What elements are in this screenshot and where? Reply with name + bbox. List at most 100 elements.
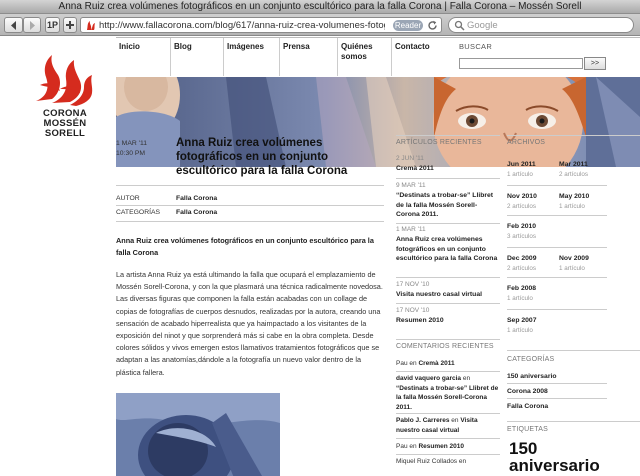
nav-item-prensa[interactable]: Prensa: [283, 42, 310, 52]
nav-item-inicio[interactable]: Inicio: [119, 42, 140, 52]
tags-heading: ETIQUETAS: [507, 426, 548, 433]
address-bar[interactable]: http://www.fallacorona.com/blog/617/anna…: [80, 17, 442, 33]
categories-label: CATEGORÍAS: [116, 209, 161, 216]
archive-count: 1 artículo: [507, 327, 533, 334]
comment-item: Pablo J. Carreres en Visita nuestro casa…: [396, 416, 500, 435]
new-tab-button[interactable]: [63, 17, 77, 33]
comment-item: david vaquero garcia en “Destinats a tro…: [396, 374, 500, 412]
divider: [396, 438, 500, 439]
tag-link-150[interactable]: 150: [509, 440, 537, 457]
archive-month-link[interactable]: Sep 2007: [507, 317, 536, 324]
divider: [396, 277, 500, 278]
comment-author[interactable]: Pau: [396, 360, 408, 367]
archives-heading: ARCHIVOS: [507, 139, 546, 146]
author-label: AUTOR: [116, 195, 140, 202]
comment-item: Miquel Ruiz Collados en: [396, 457, 500, 467]
nav-item-blog[interactable]: Blog: [174, 42, 192, 52]
back-arrow-icon: [10, 21, 16, 30]
comment-item: Pau en Resumen 2010: [396, 442, 500, 452]
comment-author[interactable]: Miquel Ruiz Collados: [396, 458, 457, 465]
comment-connector: en: [451, 417, 459, 424]
logo-text-line2: MOSSÉN SORELL: [43, 118, 87, 139]
forward-button[interactable]: [23, 17, 41, 33]
archive-month-link[interactable]: Nov 2010: [507, 193, 537, 200]
site-favicon-icon: [87, 21, 95, 30]
search-placeholder: Google: [467, 20, 498, 31]
nav-divider: [279, 38, 280, 76]
site-search-button[interactable]: >>: [584, 57, 606, 70]
divider: [396, 303, 500, 304]
comment-author[interactable]: Pablo J. Carreres: [396, 417, 449, 424]
divider: [507, 421, 640, 422]
post-title[interactable]: Anna Ruiz crea volúmenes fotográficos en…: [176, 136, 376, 178]
tag-link-aniversario[interactable]: aniversario: [509, 457, 600, 474]
comment-connector: en: [409, 360, 417, 367]
post-date-time: 10:30 PM: [116, 150, 146, 157]
article-link[interactable]: Cremà 2011: [396, 164, 500, 174]
divider: [507, 135, 640, 136]
category-link[interactable]: Corona 2008: [507, 388, 548, 395]
url-text[interactable]: http://www.fallacorona.com/blog/617/anna…: [99, 18, 385, 32]
nav-item-contacto[interactable]: Contacto: [395, 42, 430, 52]
article-link[interactable]: Anna Ruiz crea volúmenes fotográficos en…: [396, 235, 500, 264]
site-search-input[interactable]: [459, 58, 583, 69]
comment-author[interactable]: david vaquero garcia: [396, 375, 461, 382]
post-date-day: 1 MAR '11: [116, 140, 148, 147]
divider: [116, 221, 384, 222]
archive-count: 2 artículos: [507, 203, 537, 210]
comment-post-link[interactable]: Resumen 2010: [418, 443, 464, 450]
bookmarks-button[interactable]: 1P: [45, 17, 60, 33]
divider: [396, 178, 500, 179]
divider: [507, 398, 607, 399]
post-image[interactable]: [116, 393, 280, 476]
browser-toolbar: 1P http://www.fallacorona.com/blog/617/a…: [0, 14, 640, 36]
archive-month-link[interactable]: Jun 2011: [507, 161, 536, 168]
divider: [507, 185, 607, 186]
archive-month-link[interactable]: Feb 2010: [507, 223, 536, 230]
article-link[interactable]: Resumen 2010: [396, 316, 500, 326]
divider: [396, 339, 500, 340]
plus-icon: [66, 21, 74, 29]
sculpture-photo-image: [116, 393, 280, 476]
post-lead: Anna Ruiz crea volúmenes fotográficos en…: [116, 236, 374, 257]
nav-divider: [223, 38, 224, 76]
article-link[interactable]: Visita nuestro casal virtual: [396, 290, 500, 300]
recent-articles-heading: ARTÍCULOS RECIENTES: [396, 139, 482, 146]
window-title: Anna Ruiz crea volúmenes fotográficos en…: [0, 0, 640, 14]
reader-button[interactable]: Reader: [393, 20, 423, 31]
back-button[interactable]: [4, 17, 23, 33]
divider: [116, 205, 384, 206]
comment-author[interactable]: Pau: [396, 443, 408, 450]
divider: [507, 277, 607, 278]
article-date: 17 NOV '10: [396, 307, 430, 314]
archive-month-link[interactable]: Mar 2011: [559, 161, 588, 168]
category-link[interactable]: Falla Corona: [176, 209, 217, 216]
category-link[interactable]: 150 aniversario: [507, 373, 557, 380]
archive-month-link[interactable]: Dec 2009: [507, 255, 536, 262]
author-link[interactable]: Falla Corona: [176, 195, 217, 202]
divider: [507, 383, 607, 384]
divider: [396, 223, 500, 224]
comment-post-link[interactable]: “Destinats a trobar-se” Llibret de la fa…: [396, 385, 498, 411]
comment-item: Pau en Cremà 2011: [396, 359, 500, 369]
archive-month-link[interactable]: Feb 2008: [507, 285, 536, 292]
category-link[interactable]: Falla Corona: [507, 403, 548, 410]
comment-post-link[interactable]: Cremà 2011: [418, 360, 454, 367]
nav-divider: [391, 38, 392, 76]
site-logo[interactable]: CORONA MOSSÉN SORELL: [22, 51, 108, 139]
archive-month-link[interactable]: May 2010: [559, 193, 589, 200]
comment-connector: en: [458, 458, 467, 465]
archive-count: 1 artículo: [507, 295, 533, 302]
article-date: 17 NOV '10: [396, 281, 430, 288]
article-date: 2 JUN '11: [396, 155, 424, 162]
nav-item-quienes-somos[interactable]: Quiénes somos: [341, 42, 381, 62]
article-link[interactable]: “Destinats a trobar-se” Llibret de la fa…: [396, 191, 500, 220]
nav-item-imagenes[interactable]: Imágenes: [227, 42, 264, 52]
archive-month-link[interactable]: Nov 2009: [559, 255, 589, 262]
recent-comments-heading: COMENTARIOS RECIENTES: [396, 343, 494, 350]
nav-divider: [170, 38, 171, 76]
search-label: BUSCAR: [459, 42, 493, 51]
browser-search-field[interactable]: Google: [448, 17, 634, 33]
reload-icon[interactable]: [427, 20, 438, 31]
divider: [396, 371, 500, 372]
